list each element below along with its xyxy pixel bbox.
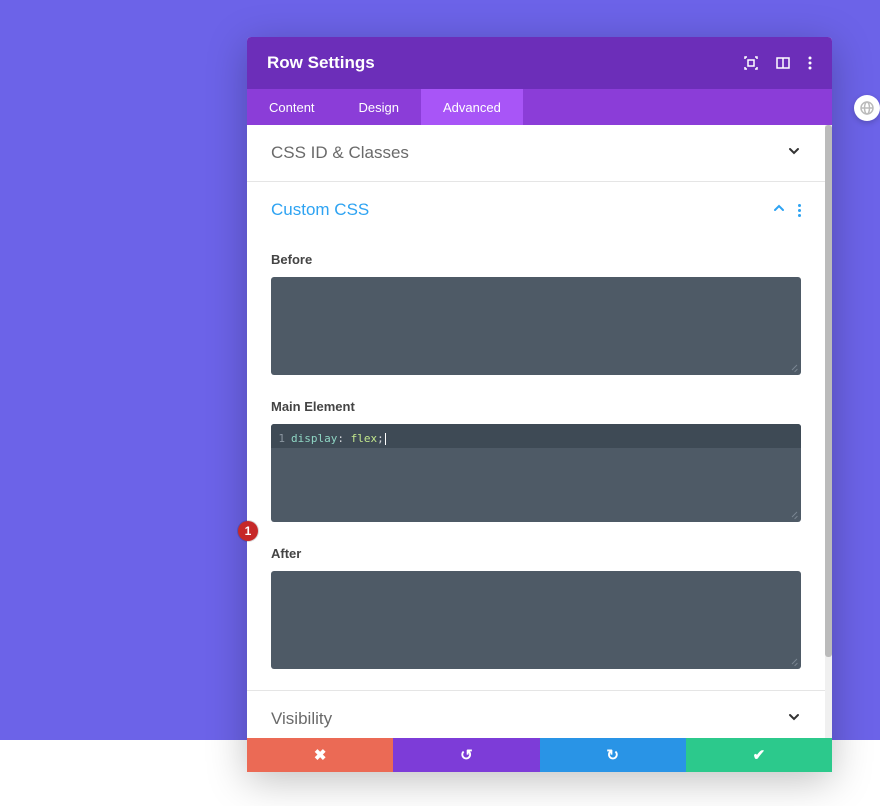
tab-content[interactable]: Content [247,89,337,125]
section-visibility[interactable]: Visibility [247,691,825,738]
section-css-id-classes[interactable]: CSS ID & Classes [247,125,825,182]
before-css-input[interactable] [271,277,801,375]
resize-handle[interactable] [790,511,798,519]
before-label: Before [271,252,801,267]
panel-footer: ✖ ↺ ↻ ✔ [247,738,832,772]
scrollbar-thumb[interactable] [825,125,832,657]
expand-icon[interactable] [744,56,758,70]
split-view-icon[interactable] [776,56,790,70]
scroll-area: CSS ID & Classes Custom CSS Before [247,125,825,738]
scrollbar[interactable] [825,125,832,738]
undo-button[interactable]: ↺ [393,738,539,772]
after-css-input[interactable] [271,571,801,669]
css-property: display [291,432,337,445]
section-custom-css[interactable]: Custom CSS [247,182,825,238]
discard-button[interactable]: ✖ [247,738,393,772]
tabs: Content Design Advanced [247,89,832,125]
resize-handle[interactable] [790,364,798,372]
section-title: Custom CSS [271,200,369,220]
tab-advanced[interactable]: Advanced [421,89,523,125]
panel-title: Row Settings [267,53,744,73]
chevron-up-icon [772,201,786,220]
main-element-label: Main Element [271,399,801,414]
resize-handle[interactable] [790,658,798,666]
panel-header: Row Settings [247,37,832,89]
chevron-down-icon [787,144,801,163]
css-colon: : [337,432,344,445]
close-icon: ✖ [314,746,327,764]
code-line: 1 display : flex ; [271,424,801,448]
custom-css-fields: Before Main Element 1 display : flex ; [247,238,825,679]
text-cursor [385,433,386,445]
section-more-icon[interactable] [798,204,801,217]
settings-panel: Row Settings Content Design Advanced CSS… [247,37,832,772]
annotation-badge-1: 1 [238,521,258,541]
css-semicolon: ; [377,432,384,445]
tab-design[interactable]: Design [337,89,421,125]
save-button[interactable]: ✔ [686,738,832,772]
more-icon[interactable] [808,56,812,70]
main-element-css-input[interactable]: 1 display : flex ; [271,424,801,522]
floating-globe-button[interactable] [854,95,880,121]
redo-icon: ↻ [606,746,619,764]
redo-button[interactable]: ↻ [540,738,686,772]
section-title: Visibility [271,709,332,729]
undo-icon: ↺ [460,746,473,764]
after-label: After [271,546,801,561]
header-actions [744,56,812,70]
chevron-down-icon [787,710,801,729]
line-number: 1 [271,432,291,445]
panel-body: CSS ID & Classes Custom CSS Before [247,125,832,772]
check-icon: ✔ [753,746,766,764]
css-value: flex [351,432,378,445]
section-title: CSS ID & Classes [271,143,409,163]
